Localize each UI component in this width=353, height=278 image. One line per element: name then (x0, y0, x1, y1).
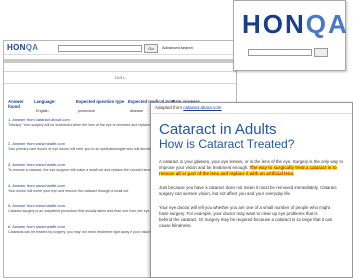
home-question-input[interactable] (248, 49, 312, 56)
divider (4, 83, 236, 84)
question-input[interactable] (58, 45, 142, 52)
honqa-logo-small[interactable]: HONQA (7, 43, 38, 52)
logo-accent-text: QA (25, 43, 39, 52)
paragraph-text: surgery can worsen vision, but not affec… (159, 191, 292, 196)
paragraph-text: cause blindness. (159, 223, 192, 228)
article-paragraph: surgery can worsen vision, but not affec… (159, 191, 352, 197)
paragraph-text: have surgery. For example, your doctor m… (159, 211, 318, 216)
article-window: Adapted from cataract.about.com Cataract… (150, 102, 353, 278)
logo-primary-text: HON (242, 9, 306, 39)
go-button[interactable]: Go (144, 44, 158, 53)
article-subtitle: How is Cataract Treated? (159, 137, 295, 151)
language-value: English (36, 109, 49, 113)
page-counter: 1/13 L (114, 75, 126, 80)
article-paragraph: remove all or part of the lens and repla… (159, 171, 352, 177)
logo-primary-text: HON (7, 43, 26, 52)
highlighted-answer: The way to surgically treat a cataract i… (249, 165, 337, 170)
advanced-search-link[interactable]: Advanced search (162, 45, 193, 50)
divider-band (4, 59, 236, 63)
col-question-type: Expected question type (76, 99, 125, 104)
article-paragraph: cause blindness. (159, 223, 352, 229)
article-title: Cataract in Adults (159, 121, 277, 138)
highlighted-answer: remove all or part of the lens and repla… (159, 171, 295, 176)
source-link[interactable]: cataract.about.com (183, 105, 221, 110)
col-language: Language: (34, 99, 56, 104)
paragraph-text: improve your vision and be treatment eno… (159, 165, 249, 170)
logo-accent-text: QA (305, 9, 349, 39)
medical-type-value: disease (130, 109, 144, 113)
col-answer-found: Answer found (8, 99, 24, 109)
article-source-bar: Adapted from cataract.about.com (151, 103, 352, 114)
honqa-home-window: HONQA (233, 0, 349, 71)
question-type-value: procedure (78, 109, 96, 113)
paragraph-text: Just because you have a cataract does no… (159, 185, 337, 190)
source-prefix: Adapted from (155, 105, 183, 110)
paragraph-text: A cataract in your glasses, your eye len… (159, 159, 344, 164)
honqa-logo: HONQA (242, 9, 349, 40)
paragraph-text: Your eye doctor will tell you whether yo… (159, 205, 330, 210)
home-go-button[interactable] (314, 48, 328, 57)
paragraph-text: behind the cataract. Or surgery may be r… (159, 217, 333, 222)
divider (4, 71, 236, 72)
